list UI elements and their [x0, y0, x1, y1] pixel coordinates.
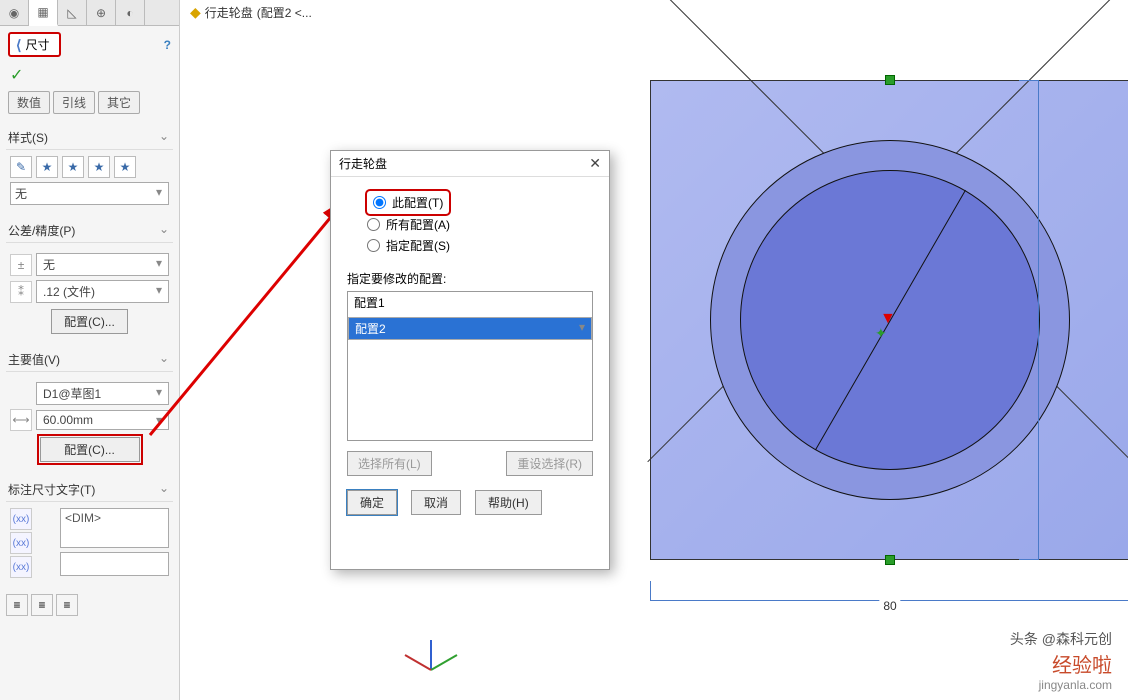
radio-spec-config[interactable]: 指定配置(S) — [367, 235, 593, 256]
dimension-height[interactable] — [1038, 80, 1068, 560]
mainval-config-button[interactable]: 配置(C)... — [40, 437, 140, 462]
confirm-icon[interactable]: ✓ — [0, 63, 179, 87]
axis-y-icon — [431, 654, 458, 671]
style-star2-icon[interactable]: ★ — [62, 156, 84, 178]
origin-handle[interactable]: ✦ — [875, 325, 887, 342]
radio-this-config-highlight: 此配置(T) — [367, 191, 449, 214]
dimtext-field2[interactable] — [60, 552, 169, 576]
tab-appearance-icon[interactable]: ◐ — [116, 0, 145, 26]
text-middle-icon[interactable]: (xx) — [10, 532, 32, 554]
close-icon[interactable]: ✕ — [589, 155, 601, 172]
style-star3-icon[interactable]: ★ — [88, 156, 110, 178]
panel-tabs: ◉ ▦ ◺ ⊕ ◐ — [0, 0, 179, 26]
subtab-leader[interactable]: 引线 — [53, 91, 95, 114]
help-icon[interactable]: ? — [164, 38, 171, 52]
section-mainvalue: 主要值(V) D1@草图1 ⟷ 60.00mm 配置(C)... — [6, 348, 173, 470]
subtab-other[interactable]: 其它 — [98, 91, 140, 114]
handle-bottom[interactable] — [885, 555, 895, 565]
tab-sketch-icon[interactable]: ◺ — [58, 0, 87, 26]
precision-icon: ⁑ — [10, 281, 32, 303]
watermark-url: jingyanla.com — [1010, 678, 1112, 692]
watermark-headline: 头条 @森科元创 — [1010, 629, 1112, 649]
section-tol-header[interactable]: 公差/精度(P) — [6, 219, 173, 243]
radio-all-input[interactable] — [367, 218, 380, 231]
tab-property-icon[interactable]: ▦ — [29, 0, 58, 26]
ok-button[interactable]: 确定 — [347, 490, 397, 515]
style-star1-icon[interactable]: ★ — [36, 156, 58, 178]
dialog-titlebar[interactable]: 行走轮盘 ✕ — [331, 151, 609, 177]
dimtext-field[interactable]: <DIM> — [60, 508, 169, 548]
breadcrumb[interactable]: ◆ 行走轮盘 (配置2 <... — [190, 4, 312, 21]
radio-all-config[interactable]: 所有配置(A) — [367, 214, 593, 235]
tab-eval-icon[interactable]: ⊕ — [87, 0, 116, 26]
axis-z-icon — [430, 640, 432, 670]
radio-this-label: 此配置(T) — [392, 194, 443, 211]
part-icon: ◆ — [190, 4, 201, 21]
select-all-button[interactable]: 选择所有(L) — [347, 451, 432, 476]
text-prefix-icon[interactable]: (xx) — [10, 508, 32, 530]
list-label: 指定要修改的配置: — [347, 270, 593, 287]
bottom-tool-row: ≡ ≡ ≡ — [6, 594, 173, 616]
radio-spec-label: 指定配置(S) — [386, 237, 450, 254]
tab-feature-icon[interactable]: ◉ — [0, 0, 29, 26]
dim-value-field[interactable]: 60.00mm — [36, 410, 169, 430]
dim-value-icon: ⟷ — [10, 409, 32, 431]
dimension-width-value: 80 — [879, 599, 900, 613]
text-suffix-icon[interactable]: (xx) — [10, 556, 32, 578]
section-tolerance: 公差/精度(P) ± 无 ⁑ .12 (文件) 配置(C)... — [6, 219, 173, 340]
crumb-part: 行走轮盘 — [205, 4, 253, 21]
precision-select[interactable]: .12 (文件) — [36, 280, 169, 303]
radio-this-input[interactable] — [373, 196, 386, 209]
section-dimtext: 标注尺寸文字(T) (xx) (xx) (xx) <DIM> — [6, 478, 173, 586]
tol-type-select[interactable]: 无 — [36, 253, 169, 276]
help-button[interactable]: 帮助(H) — [475, 490, 542, 515]
style-select[interactable]: 无 — [10, 182, 169, 205]
config-item-2[interactable]: 配置2 — [348, 317, 592, 340]
section-style-header[interactable]: 样式(S) — [6, 126, 173, 150]
crumb-config: (配置2 <... — [257, 4, 312, 21]
panel-title-box: ⟨ 尺寸 — [8, 32, 61, 57]
config-list[interactable]: 配置1 配置2 — [347, 291, 593, 441]
justify-right-icon[interactable]: ≡ — [56, 594, 78, 616]
section-style: 样式(S) ✎ ★ ★ ★ ★ 无 — [6, 126, 173, 211]
cancel-button[interactable]: 取消 — [411, 490, 461, 515]
handle-top[interactable] — [885, 75, 895, 85]
justify-center-icon[interactable]: ≡ — [31, 594, 53, 616]
config-item-1[interactable]: 配置1 — [348, 292, 592, 313]
dim-name-field[interactable]: D1@草图1 — [36, 382, 169, 405]
dimension-width[interactable]: 80 — [650, 600, 1128, 630]
property-subtabs: 数值 引线 其它 — [0, 87, 179, 118]
watermark-brand: 经验啦 — [1010, 649, 1112, 678]
tol-type-icon: ± — [10, 254, 32, 276]
config-dialog: 行走轮盘 ✕ 此配置(T) 所有配置(A) 指定配置(S) 指定要修改的配置: … — [330, 150, 610, 570]
subtab-value[interactable]: 数值 — [8, 91, 50, 114]
radio-all-label: 所有配置(A) — [386, 216, 450, 233]
tol-config-button[interactable]: 配置(C)... — [51, 309, 128, 334]
axis-x-icon — [405, 654, 432, 671]
dialog-title: 行走轮盘 — [339, 155, 387, 172]
style-paint-icon[interactable]: ✎ — [10, 156, 32, 178]
view-triad[interactable] — [410, 620, 470, 680]
radio-spec-input[interactable] — [367, 239, 380, 252]
panel-header: ⟨ 尺寸 ? — [0, 26, 179, 63]
justify-left-icon[interactable]: ≡ — [6, 594, 28, 616]
reset-selection-button[interactable]: 重设选择(R) — [506, 451, 593, 476]
property-panel: ◉ ▦ ◺ ⊕ ◐ ⟨ 尺寸 ? ✓ 数值 引线 其它 样式(S) ✎ ★ ★ … — [0, 0, 180, 700]
watermark: 头条 @森科元创 经验啦 jingyanla.com — [1010, 629, 1112, 692]
radio-this-config[interactable]: 此配置(T) — [373, 192, 443, 213]
viewport[interactable]: ◆ 行走轮盘 (配置2 <... ▼ ✦ 80 — [180, 0, 1128, 700]
back-icon[interactable]: ⟨ — [16, 38, 21, 52]
panel-title: 尺寸 — [25, 36, 49, 53]
style-icon-row: ✎ ★ ★ ★ ★ — [10, 156, 169, 178]
section-mainval-header[interactable]: 主要值(V) — [6, 348, 173, 372]
style-star4-icon[interactable]: ★ — [114, 156, 136, 178]
section-dimtext-header[interactable]: 标注尺寸文字(T) — [6, 478, 173, 502]
